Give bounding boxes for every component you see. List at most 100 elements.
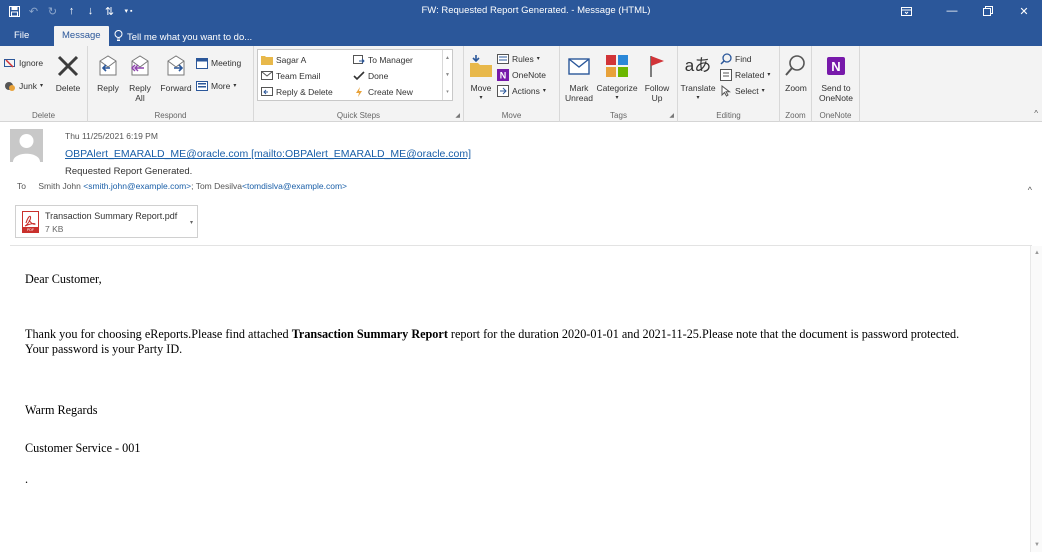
- quick-steps-group-label: Quick Steps: [336, 111, 381, 120]
- more-dropdown-icon: ▾: [233, 83, 237, 89]
- zoom-button[interactable]: Zoom: [781, 52, 811, 93]
- ignore-button[interactable]: Ignore: [4, 56, 43, 69]
- paragraph-text: Thank you for choosing eReports.Please f…: [25, 327, 292, 341]
- reply-all-button[interactable]: Reply All: [124, 52, 156, 103]
- junk-dropdown-icon: ▾: [39, 83, 43, 89]
- quick-step-label: Sagar A: [276, 54, 307, 65]
- attachment-size: 7 KB: [45, 224, 64, 234]
- more-respond-button[interactable]: More ▾: [196, 79, 236, 92]
- delete-button[interactable]: Delete: [53, 52, 83, 93]
- maximize-icon[interactable]: [970, 0, 1006, 22]
- find-button[interactable]: Find: [720, 52, 752, 65]
- quick-step-sagar-a[interactable]: Sagar A: [261, 53, 306, 66]
- quick-step-reply-delete[interactable]: Reply & Delete: [261, 85, 333, 98]
- select-button[interactable]: Select ▾: [720, 84, 765, 97]
- send-to-onenote-button[interactable]: N Send to OneNote: [815, 52, 857, 103]
- body-paragraph: Thank you for choosing eReports.Please f…: [25, 327, 1035, 357]
- collapse-ribbon-icon[interactable]: ^: [1034, 109, 1038, 118]
- signature: Customer Service - 001: [25, 441, 141, 455]
- quick-steps-scroll[interactable]: ▲ ▼ ▾: [442, 50, 452, 100]
- regards: Warm Regards: [25, 403, 98, 417]
- send-to-label-2: OneNote: [818, 93, 854, 103]
- window-controls: — ✕: [878, 0, 1042, 22]
- tab-message[interactable]: Message: [54, 26, 109, 46]
- related-icon: [720, 68, 732, 81]
- ribbon-display-options-icon[interactable]: [878, 0, 934, 22]
- attachment-name: Transaction Summary Report.pdf: [45, 211, 178, 221]
- scroll-down-icon[interactable]: ▼: [1034, 542, 1040, 548]
- body-scrollbar[interactable]: ▲ ▼: [1030, 246, 1042, 552]
- forward-mail-icon: [353, 54, 365, 66]
- rules-dropdown-icon: ▾: [536, 56, 540, 62]
- delete-group: Ignore Junk ▾ Delete Delete: [0, 46, 88, 122]
- translate-button[interactable]: aあ Translate ▾: [680, 52, 716, 103]
- move-button[interactable]: Move ▾: [468, 52, 494, 103]
- scroll-down-icon[interactable]: ▼: [445, 72, 450, 78]
- mark-unread-button[interactable]: Mark Unread: [564, 52, 594, 103]
- tags-launcher-icon[interactable]: ◢: [669, 112, 674, 119]
- recipient-name[interactable]: Tom Desilva: [196, 181, 242, 191]
- more-respond-icon: [196, 80, 208, 92]
- minimize-icon[interactable]: —: [934, 0, 970, 22]
- forward-button[interactable]: Forward: [158, 52, 194, 93]
- recipient-address[interactable]: <tomdislva@example.com>: [242, 181, 347, 191]
- move-folder-icon: [466, 52, 496, 80]
- follow-up-label-2: Up: [651, 93, 663, 103]
- tab-file[interactable]: File: [6, 26, 37, 46]
- junk-button[interactable]: Junk ▾: [4, 79, 43, 92]
- onenote-move-button[interactable]: N OneNote: [497, 68, 546, 81]
- recipient-name[interactable]: Smith John: [38, 181, 81, 191]
- quick-steps-launcher-icon[interactable]: ◢: [455, 112, 460, 119]
- expand-gallery-icon[interactable]: ▾: [446, 89, 449, 95]
- attachment-item[interactable]: PDF Transaction Summary Report.pdf 7 KB …: [15, 205, 198, 238]
- junk-label: Junk: [19, 80, 37, 91]
- zoom-group-label: Zoom: [785, 111, 806, 120]
- reply-button[interactable]: Reply: [93, 52, 123, 93]
- delete-x-icon: [53, 52, 83, 80]
- quick-step-create-new[interactable]: Create New: [353, 85, 413, 98]
- follow-up-button[interactable]: Follow Up: [642, 52, 672, 103]
- meeting-button[interactable]: Meeting: [196, 56, 241, 69]
- categorize-button[interactable]: Categorize ▾: [593, 52, 641, 103]
- editing-group-label: Editing: [716, 111, 741, 120]
- message-header: Thu 11/25/2021 6:19 PM OBPAlert_EMARALD_…: [0, 123, 1042, 198]
- quick-steps-gallery: Sagar A To Manager Team Email Done Reply…: [257, 49, 453, 101]
- onenote-group: N Send to OneNote OneNote: [812, 46, 860, 122]
- related-button[interactable]: Related ▾: [720, 68, 770, 81]
- tell-me-search[interactable]: Tell me what you want to do...: [114, 30, 252, 44]
- recipient-address[interactable]: <smith.john@example.com>: [83, 181, 191, 191]
- attachment-dropdown-icon[interactable]: ▾: [190, 219, 193, 226]
- collapse-header-icon[interactable]: ^: [1028, 185, 1032, 195]
- flag-icon: [642, 52, 672, 80]
- sender-email-link[interactable]: OBPAlert_EMARALD_ME@oracle.com: [65, 148, 248, 160]
- quick-step-to-manager[interactable]: To Manager: [353, 53, 413, 66]
- sender-avatar: [10, 129, 43, 162]
- tags-group-label: Tags: [610, 111, 627, 120]
- close-icon[interactable]: ✕: [1006, 0, 1042, 22]
- actions-button[interactable]: Actions ▾: [497, 84, 546, 97]
- sender-mailto-link[interactable]: [mailto:OBPAlert_EMARALD_ME@oracle.com]: [251, 148, 471, 160]
- scroll-up-icon[interactable]: ▲: [445, 55, 450, 61]
- respond-group: Reply Reply All Forward Meeting More ▾ R…: [88, 46, 254, 122]
- quick-step-done[interactable]: Done: [353, 69, 388, 82]
- select-cursor-icon: [720, 84, 732, 97]
- to-label: To: [17, 181, 26, 191]
- paragraph-text: Your password is your Party ID.: [25, 342, 183, 356]
- quick-step-label: Reply & Delete: [276, 86, 333, 97]
- mark-unread-label-1: Mark: [569, 83, 589, 93]
- recipients: To Smith John <smith.john@example.com>; …: [17, 181, 347, 191]
- reply-all-label-2: All: [135, 93, 145, 103]
- scroll-up-icon[interactable]: ▲: [1034, 250, 1040, 256]
- translate-label: Translate: [680, 83, 716, 93]
- pdf-file-icon: PDF: [22, 211, 39, 233]
- reply-label: Reply: [97, 83, 119, 93]
- respond-group-label: Respond: [154, 111, 187, 120]
- ribbon-tabs: File Message Tell me what you want to do…: [0, 22, 1042, 46]
- rules-button[interactable]: Rules ▾: [497, 52, 540, 65]
- quick-step-team-email[interactable]: Team Email: [261, 69, 320, 82]
- zoom-group: Zoom Zoom: [780, 46, 812, 122]
- categorize-dropdown-icon: ▾: [615, 95, 619, 101]
- move-label: Move: [470, 83, 492, 93]
- move-group: Move ▾ Rules ▾ N OneNote Actions ▾ Move: [464, 46, 560, 122]
- greeting: Dear Customer,: [25, 272, 102, 286]
